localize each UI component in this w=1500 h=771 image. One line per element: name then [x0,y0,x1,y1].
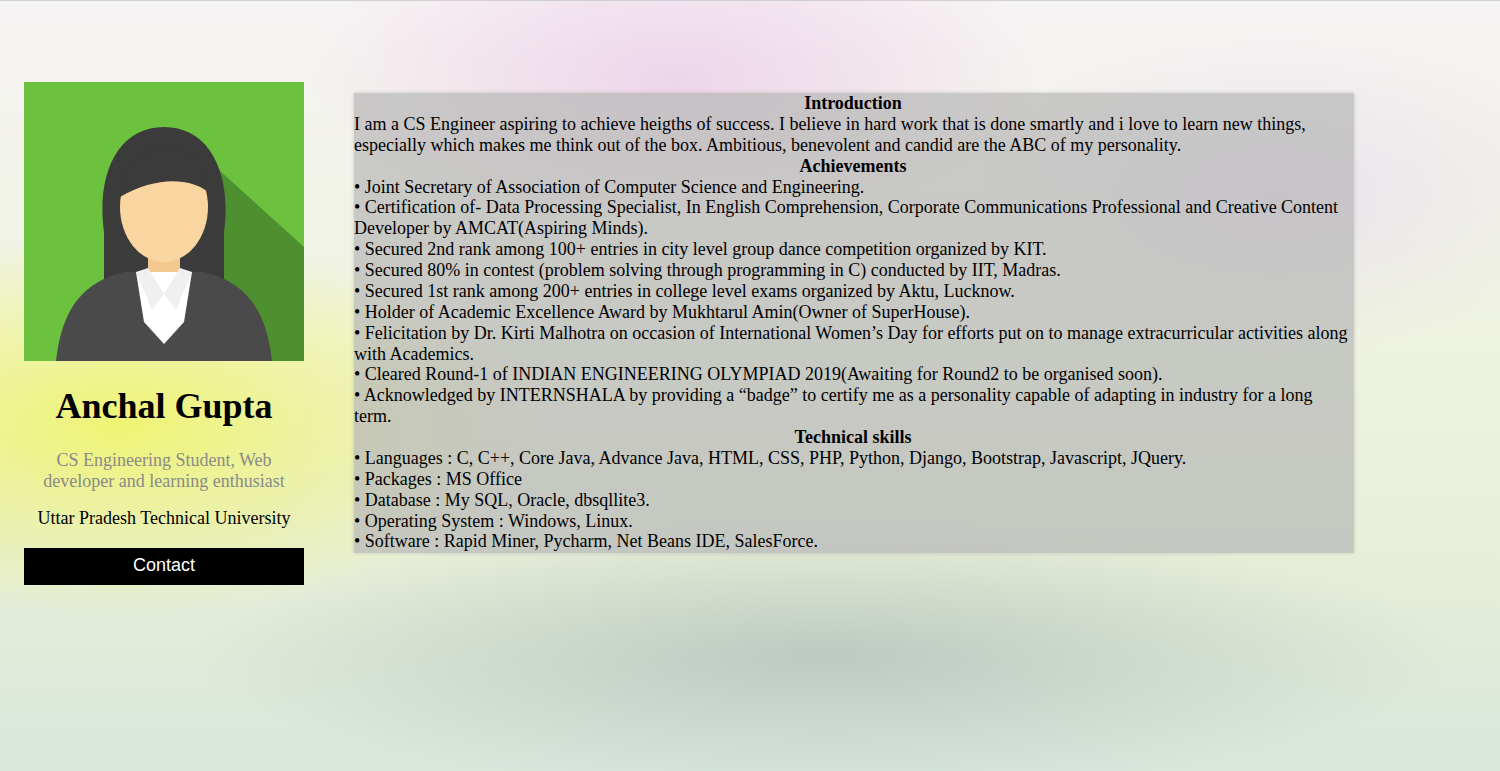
avatar-icon [24,82,304,361]
list-item: • Software : Rapid Miner, Pycharm, Net B… [354,531,1352,552]
section-paragraph: IntroductionI am a CS Engineer aspiring … [354,93,1352,156]
profile-name: Anchal Gupta [24,386,304,427]
list-item: • Joint Secretary of Association of Comp… [354,177,1352,198]
page-background: Anchal Gupta CS Engineering Student, Web … [0,0,1500,771]
profile-university: Uttar Pradesh Technical University [24,508,304,529]
list-item: • Secured 80% in contest (problem solvin… [354,260,1352,281]
list-item: • Felicitation by Dr. Kirti Malhotra on … [354,323,1352,365]
list-item: • Cleared Round-1 of INDIAN ENGINEERING … [354,364,1352,385]
list-item: • Holder of Academic Excellence Award by… [354,302,1352,323]
page-content: Anchal Gupta CS Engineering Student, Web … [0,1,1500,585]
contact-button[interactable]: Contact [24,548,304,585]
list-item: • Languages : C, C++, Core Java, Advance… [354,448,1352,469]
profile-column: Anchal Gupta CS Engineering Student, Web … [24,82,304,585]
section-title: Introduction [354,93,1352,114]
list-item: • Secured 1st rank among 200+ entries in… [354,281,1352,302]
list-item: • Operating System : Windows, Linux. [354,511,1352,532]
list-item: • Database : My SQL, Oracle, dbsqllite3. [354,490,1352,511]
list-item: • Certification of- Data Processing Spec… [354,197,1352,239]
section-list: Achievements• Joint Secretary of Associa… [354,156,1352,427]
section-title: Technical skills [354,427,1352,448]
section-list: Technical skills• Languages : C, C++, Co… [354,427,1352,552]
section-title: Achievements [354,156,1352,177]
info-panel: IntroductionI am a CS Engineer aspiring … [354,93,1354,553]
profile-subtitle: CS Engineering Student, Web developer an… [24,450,304,492]
paragraph-text: I am a CS Engineer aspiring to achieve h… [354,114,1352,156]
list-item: • Secured 2nd rank among 100+ entries in… [354,239,1352,260]
list-item: • Acknowledged by INTERNSHALA by providi… [354,385,1352,427]
list-item: • Packages : MS Office [354,469,1352,490]
